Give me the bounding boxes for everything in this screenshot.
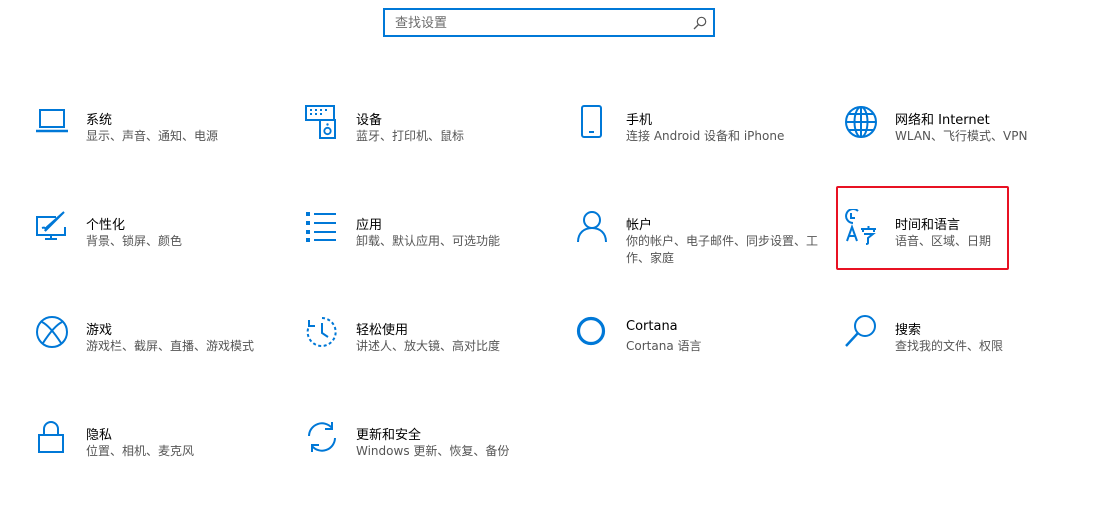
tile-system[interactable]: 系统 显示、声音、通知、电源 <box>34 104 284 184</box>
tile-description: Cortana 语言 <box>626 339 702 353</box>
tile-apps[interactable]: 应用 卸载、默认应用、可选功能 <box>304 209 554 289</box>
tile-description: WLAN、飞行模式、VPN <box>895 129 1028 143</box>
sync-arrows-icon <box>304 419 340 455</box>
tile-description: 位置、相机、麦克风 <box>86 444 195 458</box>
tile-title: 设备 <box>356 113 383 128</box>
tile-cortana[interactable]: Cortana Cortana 语言 <box>574 314 824 394</box>
tile-ease-of-access[interactable]: 轻松使用 讲述人、放大镜、高对比度 <box>304 314 554 394</box>
paint-screen-icon <box>34 209 70 245</box>
tile-description: 你的帐户、电子邮件、同步设置、工作、家庭 <box>626 234 819 265</box>
globe-icon <box>843 104 879 140</box>
tile-title: 帐户 <box>626 218 653 233</box>
person-icon <box>574 209 610 245</box>
tile-description: 讲述人、放大镜、高对比度 <box>356 339 501 353</box>
tile-description: 游戏栏、截屏、直播、游戏模式 <box>86 339 255 353</box>
search-input[interactable] <box>395 14 685 32</box>
tile-title: 更新和安全 <box>356 428 422 443</box>
tile-title: 游戏 <box>86 323 113 338</box>
laptop-icon <box>34 104 70 140</box>
xbox-icon <box>34 314 70 350</box>
cortana-icon <box>574 314 610 350</box>
tile-title: 系统 <box>86 113 113 128</box>
tile-description: 背景、锁屏、颜色 <box>86 234 183 248</box>
tile-devices[interactable]: 设备 蓝牙、打印机、鼠标 <box>304 104 554 184</box>
tile-title: 个性化 <box>86 218 126 233</box>
tile-description: 卸载、默认应用、可选功能 <box>356 234 501 248</box>
tile-title: 隐私 <box>86 428 113 443</box>
tile-description: 连接 Android 设备和 iPhone <box>626 129 785 143</box>
tile-description: 查找我的文件、权限 <box>895 339 1004 353</box>
tile-title: 手机 <box>626 113 653 128</box>
tile-phone[interactable]: 手机 连接 Android 设备和 iPhone <box>574 104 824 184</box>
keyboard-speaker-icon <box>304 104 340 140</box>
search-icon[interactable] <box>693 16 707 30</box>
tile-title: 应用 <box>356 218 383 233</box>
tile-privacy[interactable]: 隐私 位置、相机、麦克风 <box>34 419 284 499</box>
tile-description: 显示、声音、通知、电源 <box>86 129 219 143</box>
tile-search[interactable]: 搜索 查找我的文件、权限 <box>843 314 1093 394</box>
tile-personalization[interactable]: 个性化 背景、锁屏、颜色 <box>34 209 284 289</box>
tile-title: 搜索 <box>895 323 922 338</box>
tile-title: 轻松使用 <box>356 323 409 338</box>
tile-description: Windows 更新、恢复、备份 <box>356 444 510 458</box>
tile-network[interactable]: 网络和 Internet WLAN、飞行模式、VPN <box>843 104 1093 184</box>
tile-accounts[interactable]: 帐户 你的帐户、电子邮件、同步设置、工作、家庭 <box>574 209 824 289</box>
highlight-box <box>836 186 1009 270</box>
tile-title: 网络和 Internet <box>895 113 990 128</box>
lock-icon <box>34 419 70 455</box>
tile-update-security[interactable]: 更新和安全 Windows 更新、恢复、备份 <box>304 419 554 499</box>
tile-description: 蓝牙、打印机、鼠标 <box>356 129 465 143</box>
apps-list-icon <box>304 209 340 245</box>
phone-icon <box>574 104 610 140</box>
ease-of-access-icon <box>304 314 340 350</box>
magnifier-icon <box>843 314 879 350</box>
tile-gaming[interactable]: 游戏 游戏栏、截屏、直播、游戏模式 <box>34 314 284 394</box>
tile-title: Cortana <box>626 319 678 334</box>
search-box[interactable] <box>383 8 715 37</box>
